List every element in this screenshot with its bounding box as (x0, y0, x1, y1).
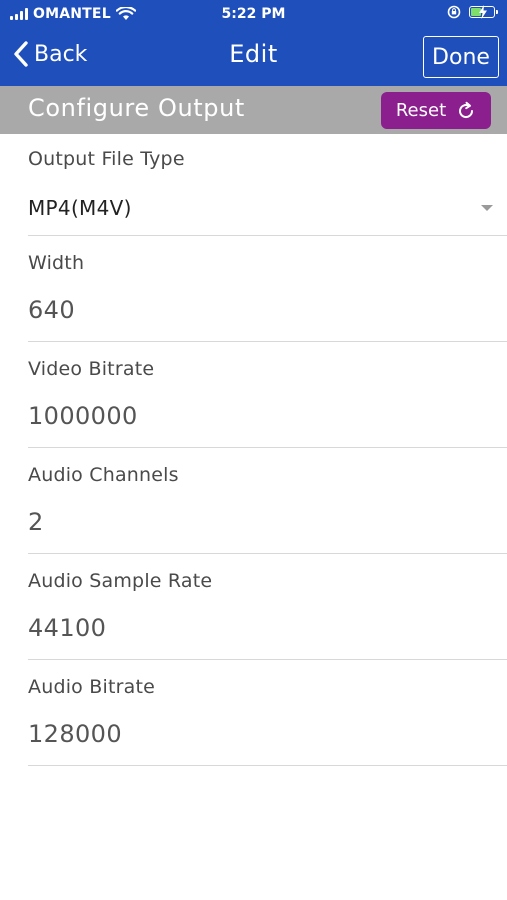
field-label: Output File Type (28, 148, 185, 170)
field-audio-sample-rate: Audio Sample Rate (28, 554, 507, 660)
field-label: Audio Sample Rate (28, 570, 213, 592)
field-video-bitrate: Video Bitrate (28, 342, 507, 448)
audio-sample-rate-input[interactable] (28, 614, 468, 642)
top-bar: OMANTEL 5:22 PM Back Edit Done (0, 0, 507, 86)
audio-channels-input[interactable] (28, 508, 468, 536)
dropdown-caret-icon (481, 205, 493, 211)
section-header: Configure Output Reset (0, 86, 507, 134)
status-time: 5:22 PM (221, 6, 286, 22)
done-button[interactable]: Done (423, 36, 499, 78)
field-label: Audio Channels (28, 464, 179, 486)
field-label: Video Bitrate (28, 358, 155, 380)
output-settings-form: Output File Type MP4(M4V) Width Video Bi… (0, 134, 507, 766)
field-audio-channels: Audio Channels (28, 448, 507, 554)
reset-label: Reset (395, 100, 447, 121)
refresh-icon (459, 101, 474, 118)
section-title: Configure Output (28, 94, 245, 122)
audio-bitrate-input[interactable] (28, 720, 468, 748)
field-label: Audio Bitrate (28, 676, 155, 698)
battery-icon (469, 5, 498, 19)
output-file-type-select[interactable]: MP4(M4V) (28, 188, 507, 228)
status-bar: OMANTEL 5:22 PM (0, 0, 507, 30)
width-input[interactable] (28, 296, 468, 324)
reset-button[interactable]: Reset (381, 92, 491, 129)
status-right (447, 5, 498, 19)
field-width: Width (28, 236, 507, 342)
video-bitrate-input[interactable] (28, 402, 468, 430)
field-output-file-type: Output File Type MP4(M4V) (28, 134, 507, 236)
field-audio-bitrate: Audio Bitrate (28, 660, 507, 766)
select-value: MP4(M4V) (28, 196, 132, 220)
navigation-bar: Back Edit Done (0, 30, 507, 86)
rotation-lock-icon (447, 5, 461, 19)
field-label: Width (28, 252, 85, 274)
